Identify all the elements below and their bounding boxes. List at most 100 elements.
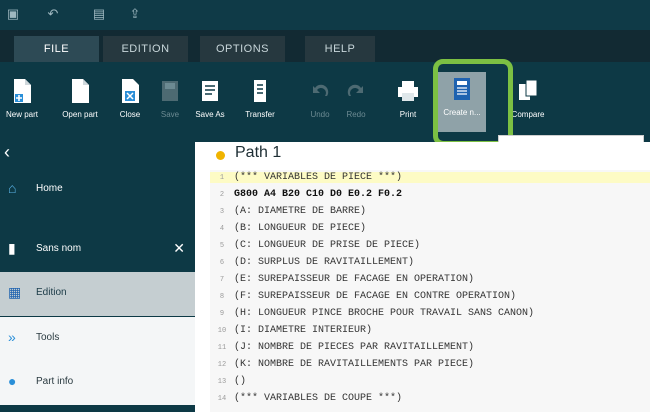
- highlight-box: [433, 59, 513, 146]
- sidebar-item-label: Home: [36, 183, 63, 194]
- sidebar-item-sans-nom[interactable]: ▮ Sans nom ✕: [0, 228, 195, 272]
- toolbar: New part Open part Close Save Save As Tr…: [0, 62, 650, 142]
- line-number: 9: [219, 310, 225, 318]
- sidebar-item-label: Sans nom: [36, 243, 82, 254]
- sidebar-item-part-info[interactable]: ● Part info: [0, 361, 195, 405]
- print-icon: [398, 81, 418, 101]
- path-title: Path 1: [235, 144, 282, 161]
- code-line: 13 (): [210, 376, 650, 387]
- menu-bar: FILE EDITION OPTIONS HELP: [0, 30, 650, 62]
- redo-button[interactable]: Redo: [336, 74, 376, 130]
- line-number: 5: [219, 242, 225, 250]
- code-line: 5 (C: LONGUEUR DE PRISE DE PIECE): [210, 240, 650, 251]
- sidebar-item-edition[interactable]: ▦ Edition: [0, 272, 195, 316]
- redo-icon: [347, 84, 363, 96]
- info-icon: ●: [8, 373, 17, 389]
- code-line: 1 (*** VARIABLES DE PIECE ***): [210, 172, 650, 183]
- undo-icon: [313, 84, 329, 96]
- code-line: 10 (I: DIAMETRE INTERIEUR): [210, 325, 650, 336]
- sidebar-item-home[interactable]: ⌂ Home: [0, 168, 195, 212]
- line-text: (F: SUREPAISSEUR DE FACAGE EN CONTRE OPE…: [234, 291, 517, 302]
- line-number: 8: [219, 293, 225, 301]
- undo-quick-icon[interactable]: ↶: [44, 6, 62, 22]
- code-editor[interactable]: 1 (*** VARIABLES DE PIECE ***) 2 G800 A4 B…: [210, 170, 650, 412]
- save-quick-icon[interactable]: ▣: [4, 6, 22, 22]
- undo-button[interactable]: Undo: [300, 74, 340, 130]
- compare-icon: [519, 79, 538, 100]
- undo-label: Undo: [310, 110, 330, 119]
- tab-help[interactable]: HELP: [305, 36, 375, 62]
- code-line: 8 (F: SUREPAISSEUR DE FACAGE EN CONTRE OP…: [210, 291, 650, 302]
- line-number: 13: [217, 378, 227, 386]
- close-button[interactable]: Close: [110, 74, 150, 130]
- code-line: 12 (K: NOMBRE DE RAVITAILLEMENTS PAR PIEC…: [210, 359, 650, 370]
- compare-button[interactable]: Compare: [508, 74, 548, 130]
- transfer-button[interactable]: Transfer: [240, 74, 280, 130]
- line-text: (A: DIAMETRE DE BARRE): [234, 206, 367, 217]
- line-number: 11: [217, 344, 227, 352]
- title-bar: ▣ ↶ ▤ ⇪: [0, 0, 650, 30]
- new-part-label: New part: [5, 110, 38, 119]
- line-number: 4: [219, 225, 225, 233]
- share-quick-icon[interactable]: ⇪: [126, 6, 144, 22]
- close-label: Close: [119, 110, 141, 119]
- code-line: 6 (D: SURPLUS DE RAVITAILLEMENT): [210, 257, 650, 268]
- code-line: 3 (A: DIAMETRE DE BARRE): [210, 206, 650, 217]
- save-as-button[interactable]: Save As: [190, 74, 230, 130]
- back-arrow-icon[interactable]: ‹: [4, 142, 10, 163]
- close-icon[interactable]: ✕: [173, 240, 185, 257]
- line-text: (K: NOMBRE DE RAVITAILLEMENTS PAR PIECE): [234, 359, 475, 370]
- close-file-icon: [122, 79, 139, 103]
- code-line: 2 G800 A4 B20 C10 D0 E0.2 F0.2: [210, 189, 650, 200]
- print-quick-icon[interactable]: ▤: [90, 6, 108, 22]
- tab-options[interactable]: OPTIONS: [200, 36, 285, 62]
- tab-edition[interactable]: EDITION: [103, 36, 188, 62]
- sidebar-item-label: Tools: [36, 332, 60, 343]
- open-part-label: Open part: [62, 110, 98, 119]
- line-text: (B: LONGUEUR DE PIECE): [234, 223, 367, 234]
- redo-label: Redo: [346, 110, 366, 119]
- line-text: (C: LONGUEUR DE PRISE DE PIECE): [234, 240, 421, 251]
- line-text: (I: DIAMETRE INTERIEUR): [234, 325, 373, 336]
- new-part-button[interactable]: New part: [2, 74, 42, 130]
- save-button[interactable]: Save: [150, 74, 190, 130]
- line-text: (*** VARIABLES DE PIECE ***): [234, 172, 403, 183]
- line-number: 12: [217, 361, 227, 369]
- edition-icon: ▦: [8, 284, 22, 300]
- sidebar-item-label: Edition: [36, 287, 67, 298]
- line-text: (*** VARIABLES DE COUPE ***): [234, 393, 403, 404]
- line-text: (): [234, 376, 247, 387]
- sidebar-item-label: Part info: [36, 376, 74, 387]
- save-as-label: Save As: [195, 110, 225, 119]
- save-as-icon: [202, 81, 218, 101]
- line-number: 10: [217, 327, 227, 335]
- transfer-label: Transfer: [245, 110, 275, 119]
- home-icon: ⌂: [8, 180, 17, 196]
- new-part-icon: [14, 79, 31, 103]
- sidebar: ‹ ⌂ Home ▮ Sans nom ✕ ▦ Edition » Tools …: [0, 142, 195, 412]
- line-number: 3: [219, 208, 225, 216]
- line-number: 1: [219, 174, 225, 182]
- line-text: (D: SURPLUS DE RAVITAILLEMENT): [234, 257, 415, 268]
- transfer-icon: [254, 80, 266, 102]
- code-line: 14 (*** VARIABLES DE COUPE ***): [210, 393, 650, 404]
- line-number: 6: [219, 259, 225, 267]
- code-line: 7 (E: SUREPAISSEUR DE FACAGE EN OPERATION…: [210, 274, 650, 285]
- line-number: 14: [217, 395, 227, 403]
- code-line: 9 (H: LONGUEUR PINCE BROCHE POUR TRAVAIL …: [210, 308, 650, 319]
- tools-icon: »: [8, 329, 16, 345]
- line-text: (J: NOMBRE DE PIECES PAR RAVITAILLEMENT): [234, 342, 475, 353]
- sidebar-item-tools[interactable]: » Tools: [0, 317, 195, 361]
- code-line: 11 (J: NOMBRE DE PIECES PAR RAVITAILLEMEN…: [210, 342, 650, 353]
- path-header: Path 1: [195, 142, 650, 168]
- print-label: Print: [399, 110, 417, 119]
- line-text: (H: LONGUEUR PINCE BROCHE POUR TRAVAIL S…: [234, 308, 535, 319]
- line-number: 7: [219, 276, 225, 284]
- tab-file[interactable]: FILE: [14, 36, 99, 62]
- print-button[interactable]: Print: [388, 74, 428, 130]
- document-icon: ▮: [8, 240, 16, 256]
- open-part-button[interactable]: Open part: [60, 74, 100, 130]
- compare-label: Compare: [511, 110, 545, 119]
- editor-panel: Path 1 1 (*** VARIABLES DE PIECE ***) 2 G8…: [195, 142, 650, 412]
- line-text: (E: SUREPAISSEUR DE FACAGE EN OPERATION): [234, 274, 475, 285]
